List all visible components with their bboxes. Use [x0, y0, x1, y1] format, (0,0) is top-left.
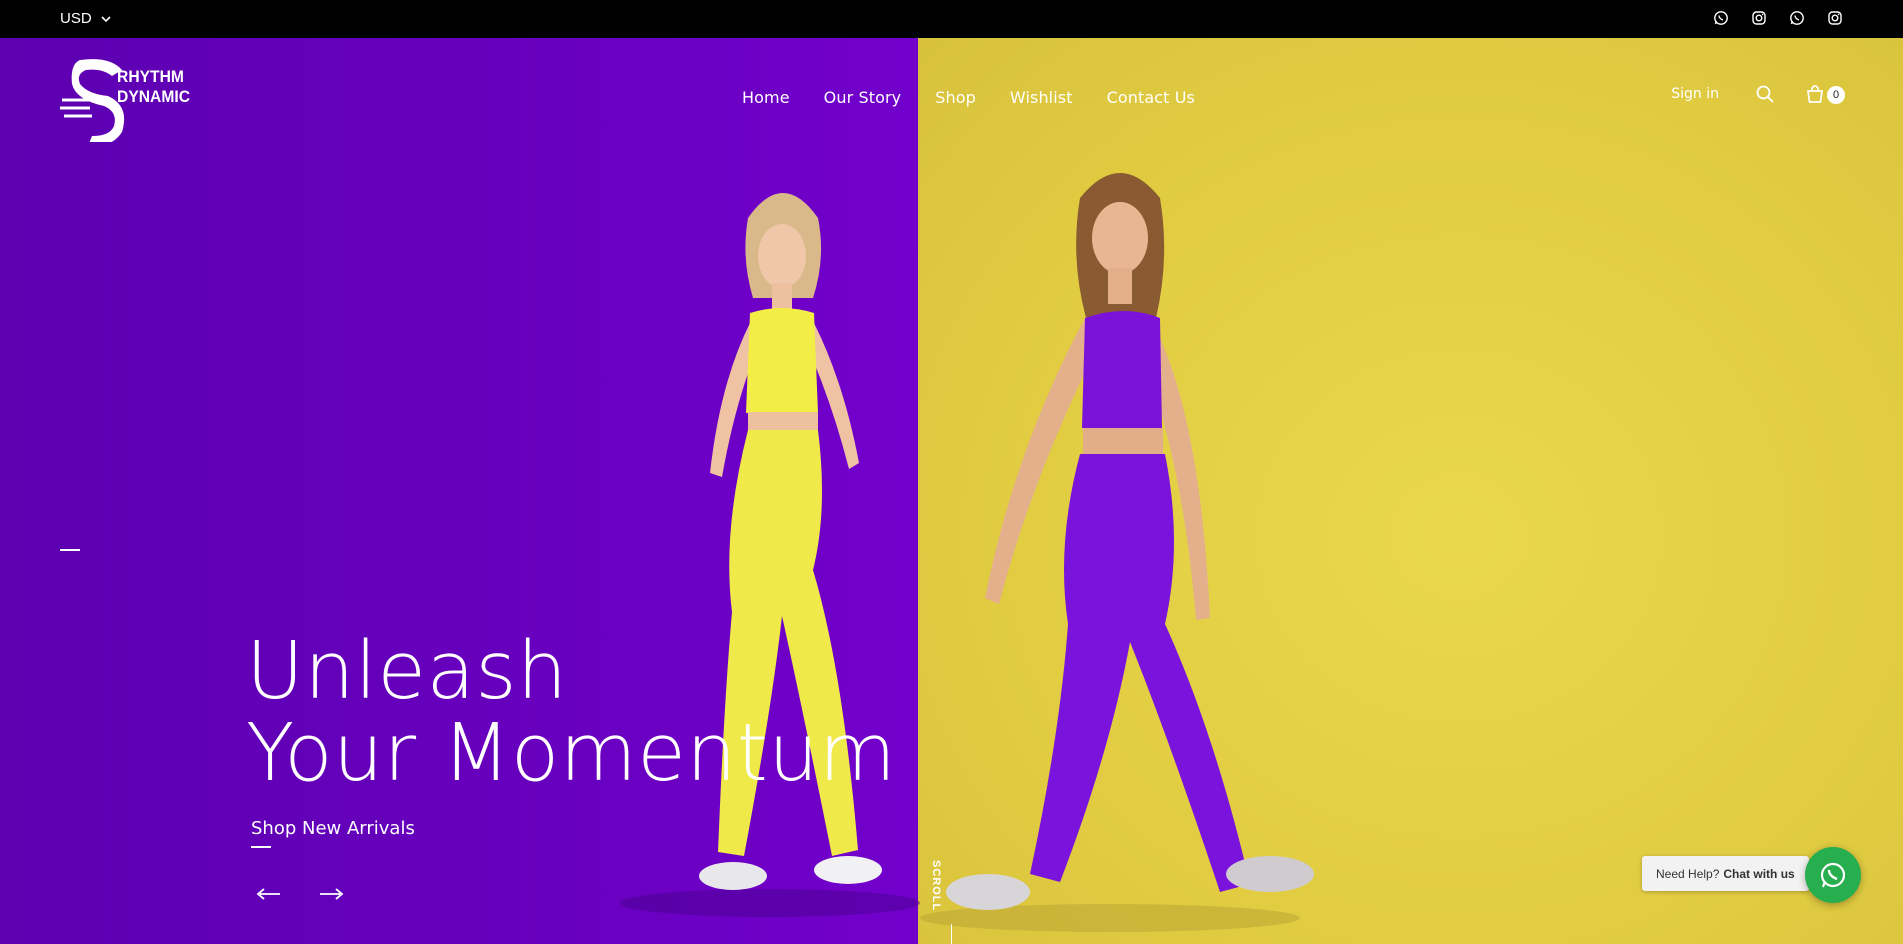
model-purple-outfit-image — [920, 173, 1314, 932]
logo-text-line2: DYNAMIC — [117, 87, 190, 106]
currency-selector[interactable]: USD — [60, 10, 112, 27]
arrow-right-icon[interactable] — [318, 886, 346, 902]
whatsapp-icon[interactable] — [1789, 10, 1805, 26]
hero-banner: RHYTHM DYNAMIC — [0, 38, 1903, 944]
shop-new-arrivals-link[interactable]: Shop New Arrivals — [251, 818, 415, 839]
instagram-icon[interactable] — [1827, 10, 1843, 26]
scroll-label: SCROLL — [930, 860, 942, 912]
nav-wishlist[interactable]: Wishlist — [1010, 88, 1073, 107]
nav-shop[interactable]: Shop — [935, 88, 976, 107]
cart-count-badge: 0 — [1827, 86, 1845, 104]
hero-headline-line1: Unleash — [246, 625, 568, 717]
sign-in-link[interactable]: Sign in — [1671, 86, 1719, 102]
chevron-down-icon — [101, 15, 111, 22]
shopping-bag-icon — [1807, 85, 1823, 103]
logo-text-line1: RHYTHM — [117, 67, 184, 86]
top-bar: USD — [0, 0, 1903, 38]
brand-logo[interactable]: RHYTHM DYNAMIC — [60, 56, 200, 142]
whatsapp-icon — [1820, 862, 1846, 888]
chat-action: Chat with us — [1723, 866, 1795, 881]
cart-button[interactable]: 0 — [1805, 84, 1845, 104]
header-actions: Sign in 0 — [1671, 84, 1845, 104]
scroll-line — [951, 924, 952, 944]
currency-label: USD — [60, 10, 92, 27]
chat-help-bubble[interactable]: Need Help? Chat with us — [1642, 856, 1809, 891]
whatsapp-icon[interactable] — [1713, 10, 1729, 26]
nav-home[interactable]: Home — [742, 88, 790, 107]
social-links — [1713, 10, 1843, 26]
cta-underline — [251, 846, 271, 848]
chat-prompt: Need Help? — [1656, 866, 1720, 881]
main-navigation: Home Our Story Shop Wishlist Contact Us — [742, 88, 1195, 107]
hero-headline: Unleash Your Momentum — [246, 630, 896, 794]
whatsapp-chat-button[interactable] — [1805, 847, 1861, 903]
nav-contact-us[interactable]: Contact Us — [1107, 88, 1195, 107]
arrow-left-icon[interactable] — [254, 886, 282, 902]
nav-our-story[interactable]: Our Story — [824, 88, 902, 107]
slide-indicator — [60, 549, 80, 551]
hero-headline-line2: Your Momentum — [246, 707, 897, 799]
search-icon[interactable] — [1755, 84, 1775, 104]
instagram-icon[interactable] — [1751, 10, 1767, 26]
